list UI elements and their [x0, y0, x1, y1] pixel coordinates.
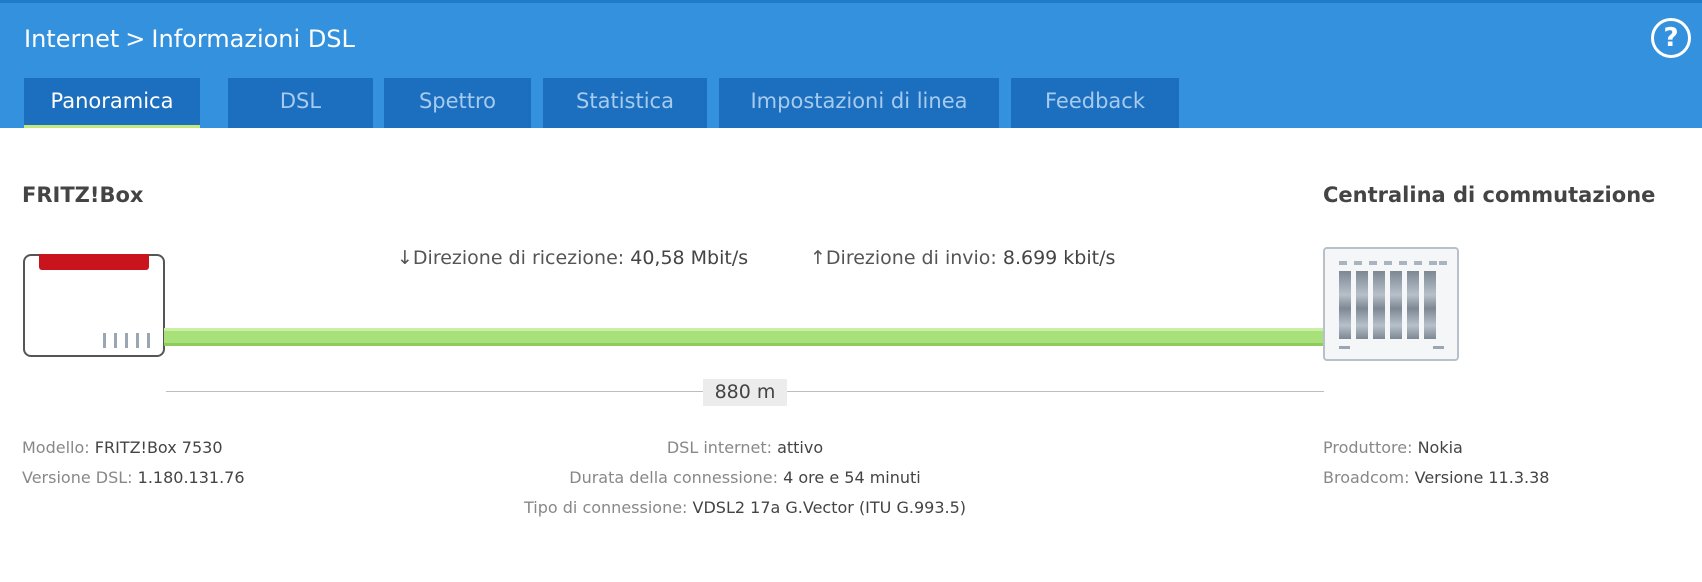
- info-row-durata: Durata della connessione: 4 ore e 54 min…: [500, 463, 990, 493]
- upstream-rate: ↑Direzione di invio: 8.699 kbit/s: [810, 247, 1115, 269]
- info-row-produttore: Produttore: Nokia: [1323, 433, 1549, 463]
- info-value: VDSL2 17a G.Vector (ITU G.993.5): [692, 498, 966, 517]
- router-ports: [103, 333, 158, 352]
- exchange-icon: [1323, 247, 1459, 361]
- info-label: Broadcom:: [1323, 468, 1410, 487]
- router-top-band: [39, 254, 149, 270]
- downstream-value: 40,58 Mbit/s: [630, 247, 749, 269]
- tab-impostazioni-di-linea[interactable]: Impostazioni di linea: [719, 78, 999, 128]
- info-value: attivo: [777, 438, 824, 457]
- dsl-line: [164, 328, 1326, 346]
- tab-statistica[interactable]: Statistica: [543, 78, 707, 128]
- distance-label: 880 m: [703, 379, 787, 406]
- info-row-tipo: Tipo di connessione: VDSL2 17a G.Vector …: [500, 493, 990, 523]
- upstream-label: ↑Direzione di invio:: [810, 247, 997, 269]
- info-label: Versione DSL:: [22, 468, 133, 487]
- info-value: 1.180.131.76: [137, 468, 245, 487]
- info-row-broadcom: Broadcom: Versione 11.3.38: [1323, 463, 1549, 493]
- breadcrumb-item-internet[interactable]: Internet: [24, 25, 119, 53]
- info-value: Versione 11.3.38: [1414, 468, 1550, 487]
- info-label: Modello:: [22, 438, 90, 457]
- downstream-label: ↓Direzione di ricezione:: [397, 247, 625, 269]
- info-row-versione-dsl: Versione DSL: 1.180.131.76: [22, 463, 245, 493]
- router-icon: [23, 254, 165, 357]
- info-value: FRITZ!Box 7530: [94, 438, 223, 457]
- info-row-modello: Modello: FRITZ!Box 7530: [22, 433, 245, 463]
- device-info: Modello: FRITZ!Box 7530 Versione DSL: 1.…: [22, 433, 245, 493]
- device-title: FRITZ!Box: [22, 183, 144, 207]
- connection-info: DSL internet: attivo Durata della connes…: [500, 433, 990, 523]
- info-value: Nokia: [1417, 438, 1463, 457]
- tab-dsl[interactable]: DSL: [228, 78, 373, 128]
- info-row-dsl-internet: DSL internet: attivo: [500, 433, 990, 463]
- breadcrumb-item-current: Informazioni DSL: [151, 25, 355, 53]
- tab-spettro[interactable]: Spettro: [384, 78, 531, 128]
- top-header: Internet > Informazioni DSL ? Panoramica D…: [0, 0, 1702, 128]
- tab-feedback[interactable]: Feedback: [1011, 78, 1179, 128]
- info-label: DSL internet:: [666, 438, 772, 457]
- upstream-value: 8.699 kbit/s: [1002, 247, 1116, 269]
- info-value: 4 ore e 54 minuti: [783, 468, 921, 487]
- info-label: Tipo di connessione:: [524, 498, 688, 517]
- downstream-rate: ↓Direzione di ricezione: 40,58 Mbit/s: [397, 247, 748, 269]
- breadcrumb-separator-icon: >: [125, 25, 146, 53]
- info-label: Produttore:: [1323, 438, 1413, 457]
- breadcrumb: Internet > Informazioni DSL: [24, 25, 355, 53]
- info-label: Durata della connessione:: [569, 468, 779, 487]
- help-icon[interactable]: ?: [1651, 18, 1691, 58]
- tab-panoramica[interactable]: Panoramica: [24, 78, 200, 128]
- exchange-title: Centralina di commutazione: [1323, 183, 1656, 207]
- exchange-info: Produttore: Nokia Broadcom: Versione 11.…: [1323, 433, 1549, 493]
